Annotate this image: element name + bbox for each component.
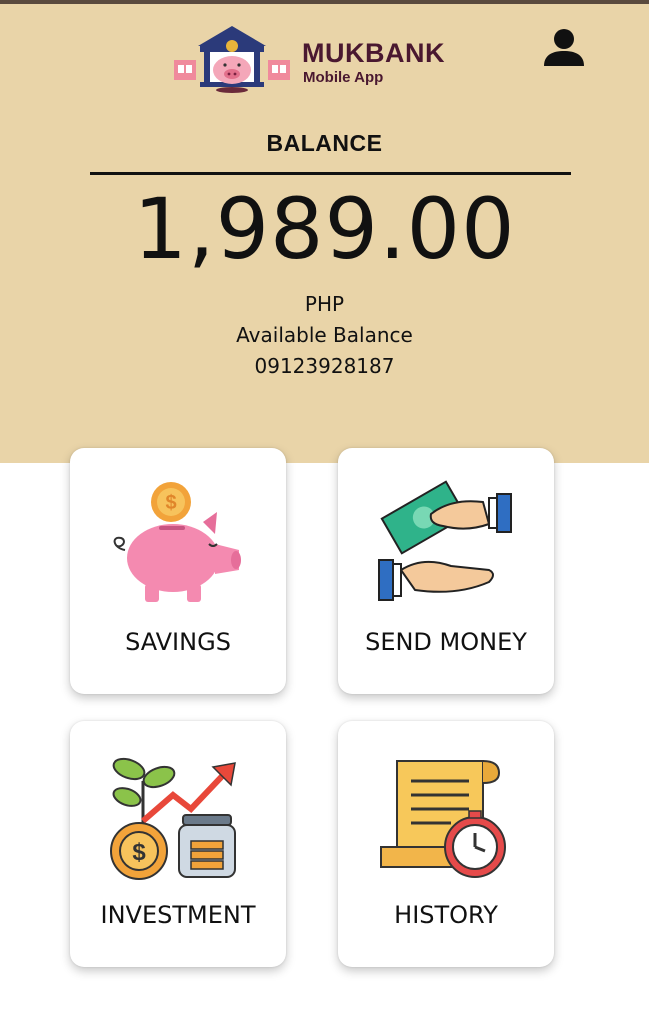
brand-subtitle: Mobile App <box>303 69 384 86</box>
account-number: 09123928187 <box>254 354 395 378</box>
user-icon <box>544 29 584 66</box>
history-receipt-icon <box>380 760 506 878</box>
savings-label: SAVINGS <box>125 628 231 656</box>
send-money-card[interactable]: SEND MONEY <box>338 448 554 694</box>
history-card[interactable]: HISTORY <box>338 721 554 967</box>
svg-text:$: $ <box>132 839 146 866</box>
balance-header: MUKBANK Mobile App BALANCE 1,989.00 PHP … <box>0 4 649 463</box>
investment-growth-icon: $ <box>110 757 236 880</box>
bank-pig-logo-icon <box>174 26 290 93</box>
balance-amount: 1,989.00 <box>133 180 516 278</box>
app-logo: MUKBANK Mobile App <box>172 24 472 96</box>
investment-card[interactable]: $ INVESTMENT <box>70 721 286 967</box>
profile-button[interactable] <box>540 26 588 72</box>
history-label: HISTORY <box>394 901 498 929</box>
brand-name: MUKBANK <box>302 38 445 68</box>
savings-card[interactable]: $ SAVINGS <box>70 448 286 694</box>
investment-label: INVESTMENT <box>100 901 256 929</box>
available-balance-caption: Available Balance <box>236 323 413 347</box>
svg-text:$: $ <box>165 492 176 514</box>
send-money-label: SEND MONEY <box>365 628 527 656</box>
piggy-bank-icon: $ <box>113 482 241 602</box>
balance-label: BALANCE <box>266 130 383 156</box>
balance-divider <box>90 172 571 175</box>
currency-label: PHP <box>304 292 345 316</box>
money-transfer-icon <box>378 480 512 601</box>
